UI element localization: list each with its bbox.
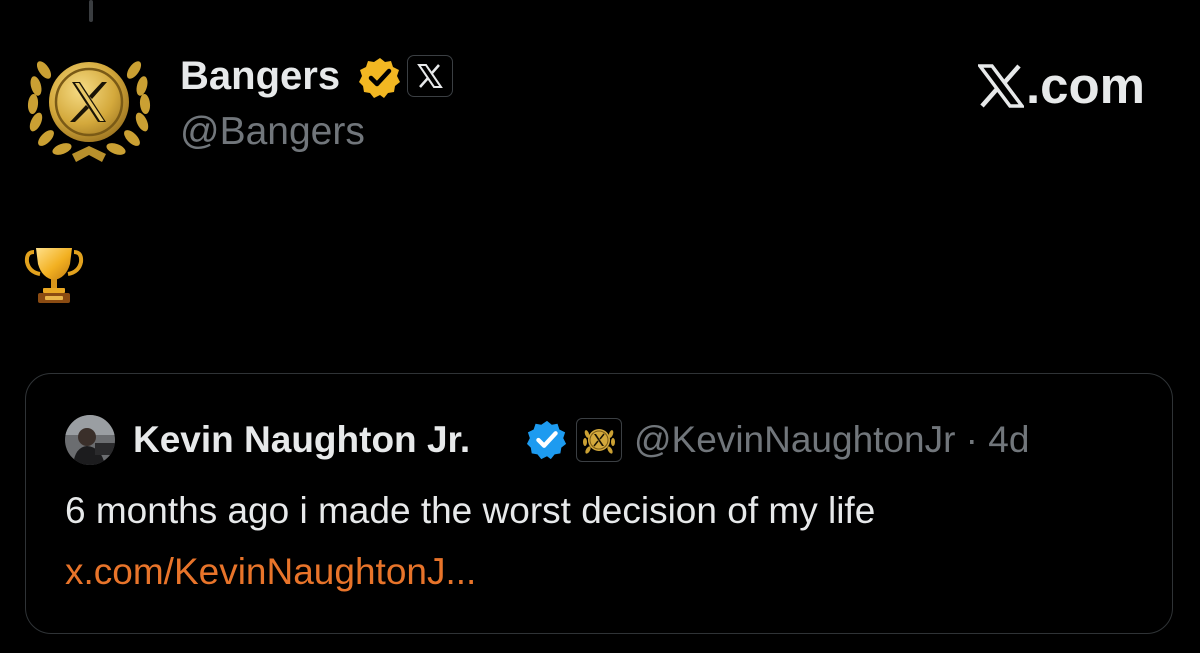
gold-x-laurel-emblem-icon [27, 61, 151, 162]
author-avatar[interactable] [22, 42, 156, 166]
blue-verified-badge-icon[interactable] [526, 419, 568, 461]
site-label-text: .com [1026, 57, 1146, 114]
quoted-post-card[interactable]: Kevin Naughton Jr. @KevinNaughtonJr · 4d… [25, 373, 1173, 634]
thread-connector-line [89, 0, 93, 22]
quote-link[interactable]: x.com/KevinNaughtonJ... [65, 549, 476, 595]
quote-text: 6 months ago i made the worst decision o… [65, 490, 876, 531]
x-logo-icon [978, 64, 1024, 108]
x-logo-affiliate-badge-icon[interactable] [407, 55, 453, 97]
author-handle[interactable]: @Bangers [180, 108, 365, 156]
gold-x-laurel-affiliate-icon[interactable] [576, 418, 622, 462]
quote-author-name[interactable]: Kevin Naughton Jr. [133, 418, 470, 462]
author-name[interactable]: Bangers [180, 52, 340, 100]
trophy-icon [24, 244, 84, 306]
quote-handle-and-time[interactable]: @KevinNaughtonJr · 4d [634, 418, 1029, 462]
quote-author-avatar[interactable] [65, 415, 115, 465]
gold-verified-badge-icon[interactable] [358, 56, 402, 100]
site-label: .com [978, 56, 1145, 116]
